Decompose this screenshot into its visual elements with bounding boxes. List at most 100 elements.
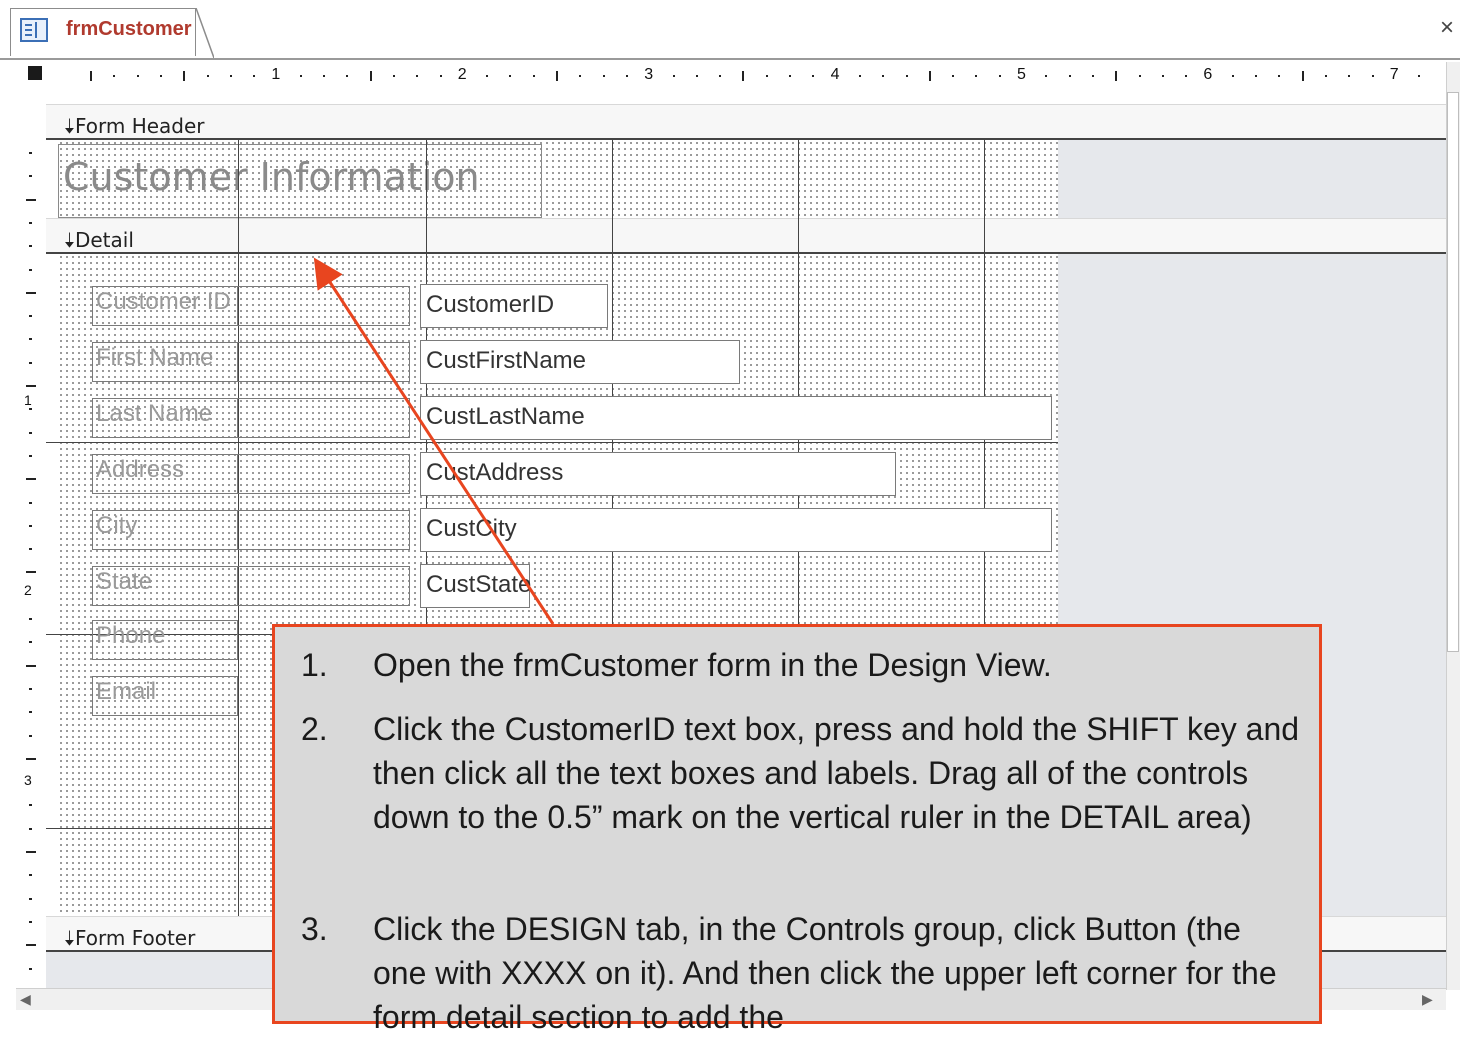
ruler-tick	[29, 804, 32, 807]
ruler-tick	[975, 75, 978, 77]
label-city[interactable]: City	[92, 510, 238, 550]
label-state[interactable]: State	[92, 566, 238, 606]
ruler-tick	[299, 75, 302, 77]
ruler-tick	[1045, 75, 1048, 77]
step-number: 3.	[301, 911, 328, 947]
ruler-tick	[29, 641, 32, 644]
ruler-tick	[29, 454, 32, 457]
ruler-tick	[695, 75, 698, 77]
horizontal-ruler[interactable]: 1 2 3 4 5 6 7	[50, 62, 1446, 92]
ruler-tick	[1091, 75, 1094, 77]
ruler-tick	[26, 478, 36, 481]
ruler-tick	[29, 618, 32, 620]
ruler-tick	[29, 338, 32, 341]
label-address[interactable]: Address	[92, 454, 238, 494]
label-customer-id[interactable]: Customer ID	[92, 286, 238, 326]
ruler-tick	[719, 75, 722, 77]
ruler-tick	[183, 71, 186, 81]
form-title: Customer Information	[63, 155, 480, 199]
ruler-tick	[29, 967, 32, 970]
ruler-tick	[26, 571, 36, 574]
ruler-number: 2	[457, 66, 467, 84]
textbox-custfirstname[interactable]: CustFirstName	[420, 340, 740, 384]
step-number: 1.	[301, 647, 328, 683]
ruler-tick	[625, 75, 628, 77]
ruler-tick	[509, 75, 512, 77]
ruler-tick	[742, 71, 745, 81]
label-phone[interactable]: Phone	[92, 620, 238, 660]
scroll-right-icon[interactable]: ▶	[1422, 991, 1433, 1008]
ruler-tick	[998, 75, 1001, 77]
form-header-outside-area	[1058, 140, 1446, 218]
ruler-tick	[439, 75, 442, 77]
ruler-tick	[1161, 75, 1164, 77]
ruler-tick	[1138, 75, 1141, 77]
ruler-tick	[1301, 71, 1304, 81]
ruler-tick	[26, 198, 36, 201]
label-first-name[interactable]: First Name	[92, 342, 238, 382]
ruler-number: 3	[644, 66, 654, 84]
ruler-tick	[29, 874, 32, 877]
vertical-scroll-thumb[interactable]	[1447, 92, 1459, 652]
ruler-corner-selector[interactable]	[28, 66, 42, 80]
label-extent	[238, 454, 410, 494]
ruler-tick	[789, 75, 791, 77]
ruler-tick	[952, 75, 955, 77]
scroll-left-icon[interactable]: ◀	[20, 991, 31, 1008]
textbox-custcity[interactable]: CustCity	[420, 508, 1052, 552]
ruler-tick	[29, 221, 32, 224]
ruler-tick	[29, 524, 32, 527]
ruler-tick	[29, 245, 32, 248]
label-extent	[238, 566, 410, 606]
ruler-tick	[26, 944, 36, 947]
ruler-tick	[29, 827, 32, 830]
ruler-number: 2	[24, 582, 32, 598]
label-extent	[238, 342, 410, 382]
ruler-tick	[29, 361, 32, 364]
ruler-number: 4	[830, 66, 840, 84]
tab-edge	[195, 8, 214, 58]
textbox-custstate[interactable]: CustState	[420, 564, 531, 608]
ruler-tick	[29, 897, 32, 900]
tab-title: frmCustomer	[66, 18, 192, 40]
ruler-tick	[1371, 75, 1374, 77]
ruler-tick	[486, 75, 489, 77]
ruler-tick	[672, 75, 675, 77]
step-number: 2.	[301, 711, 328, 747]
grid-line	[46, 442, 1058, 443]
label-last-name[interactable]: Last Name	[92, 398, 238, 438]
textbox-custaddress[interactable]: CustAddress	[420, 452, 896, 496]
ruler-tick	[1185, 75, 1188, 77]
ruler-tick	[26, 291, 36, 294]
ruler-tick	[26, 757, 36, 760]
ruler-tick	[253, 75, 256, 77]
ruler-number: 1	[24, 392, 32, 408]
label-email[interactable]: Email	[92, 676, 238, 716]
label-extent	[238, 510, 410, 550]
ruler-tick	[416, 75, 419, 77]
close-icon[interactable]: ×	[1440, 14, 1454, 42]
section-bar-detail[interactable]: 🠣Detail	[46, 218, 1446, 254]
section-bar-form-header[interactable]: 🠣Form Header	[46, 104, 1446, 140]
ruler-tick	[1418, 75, 1421, 77]
ruler-tick	[602, 75, 605, 77]
ruler-tick	[323, 75, 325, 77]
ruler-tick	[1255, 75, 1257, 77]
ruler-number: 1	[271, 66, 281, 84]
vertical-ruler[interactable]: 1 2 3	[16, 92, 46, 988]
ruler-tick	[532, 75, 535, 77]
label-extent	[238, 286, 410, 326]
ruler-tick	[1278, 75, 1281, 77]
ruler-tick	[369, 71, 372, 81]
ruler-tick	[346, 75, 349, 77]
ruler-tick	[90, 71, 92, 81]
ruler-number: 7	[1389, 66, 1399, 84]
ruler-number: 3	[24, 772, 32, 788]
ruler-tick	[29, 734, 32, 737]
ruler-tick	[206, 75, 209, 77]
textbox-custlastname[interactable]: CustLastName	[420, 396, 1052, 440]
ruler-tick	[556, 71, 558, 81]
ruler-tick	[29, 408, 32, 411]
textbox-customerid[interactable]: CustomerID	[420, 284, 608, 328]
form-title-label-box[interactable]: Customer Information	[58, 144, 542, 218]
